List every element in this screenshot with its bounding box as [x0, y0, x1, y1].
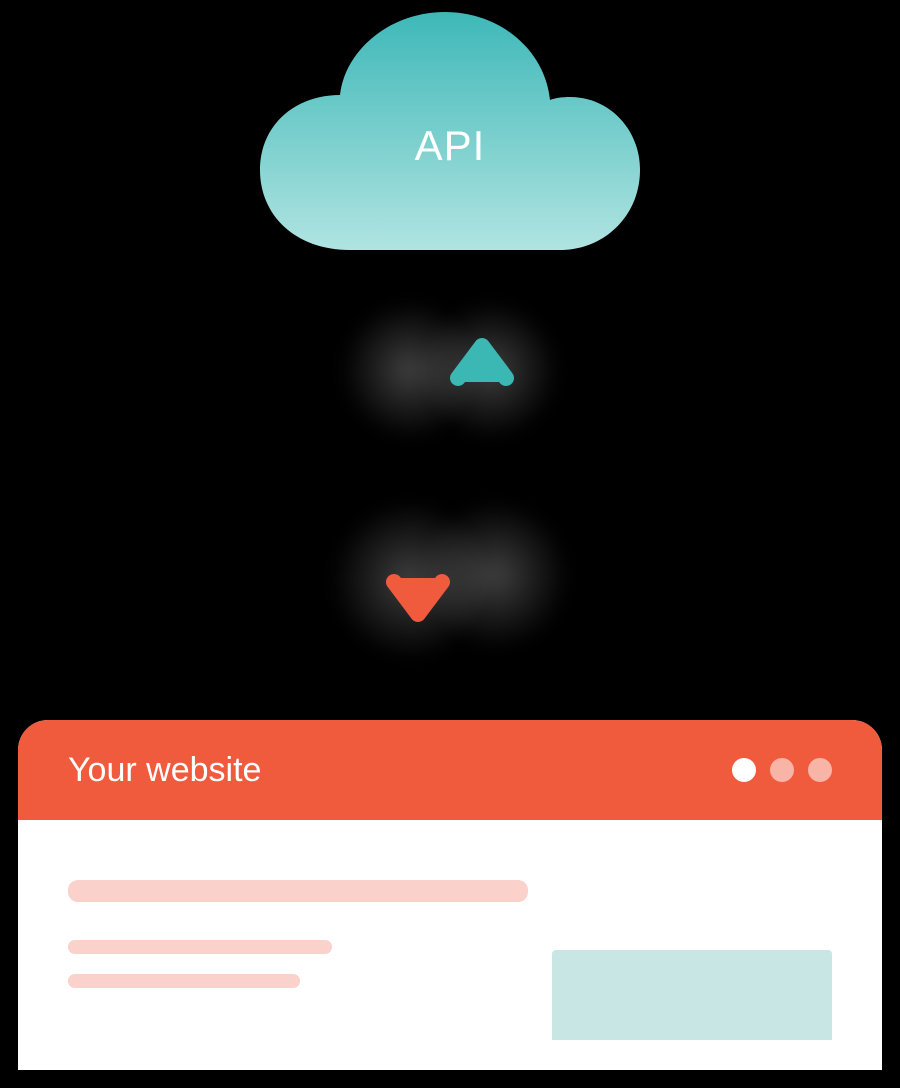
- data-flow-arrows: [350, 320, 550, 640]
- window-control-dot-icon: [770, 758, 794, 782]
- browser-titlebar: Your website: [18, 720, 882, 820]
- window-control-dot-icon: [732, 758, 756, 782]
- window-control-dot-icon: [808, 758, 832, 782]
- browser-body: [18, 820, 882, 1070]
- placeholder-widget-block: [552, 950, 832, 1040]
- cloud-label: API: [415, 122, 486, 170]
- arrow-up-icon: [458, 346, 506, 610]
- placeholder-text-line: [68, 940, 332, 954]
- api-cloud: API: [250, 0, 650, 280]
- arrows-svg: [350, 320, 550, 640]
- browser-title: Your website: [68, 751, 261, 790]
- arrow-down-icon: [394, 350, 442, 614]
- browser-window: Your website: [18, 720, 882, 1070]
- placeholder-heading: [68, 880, 528, 902]
- placeholder-text-line: [68, 974, 300, 988]
- window-controls: [732, 758, 832, 782]
